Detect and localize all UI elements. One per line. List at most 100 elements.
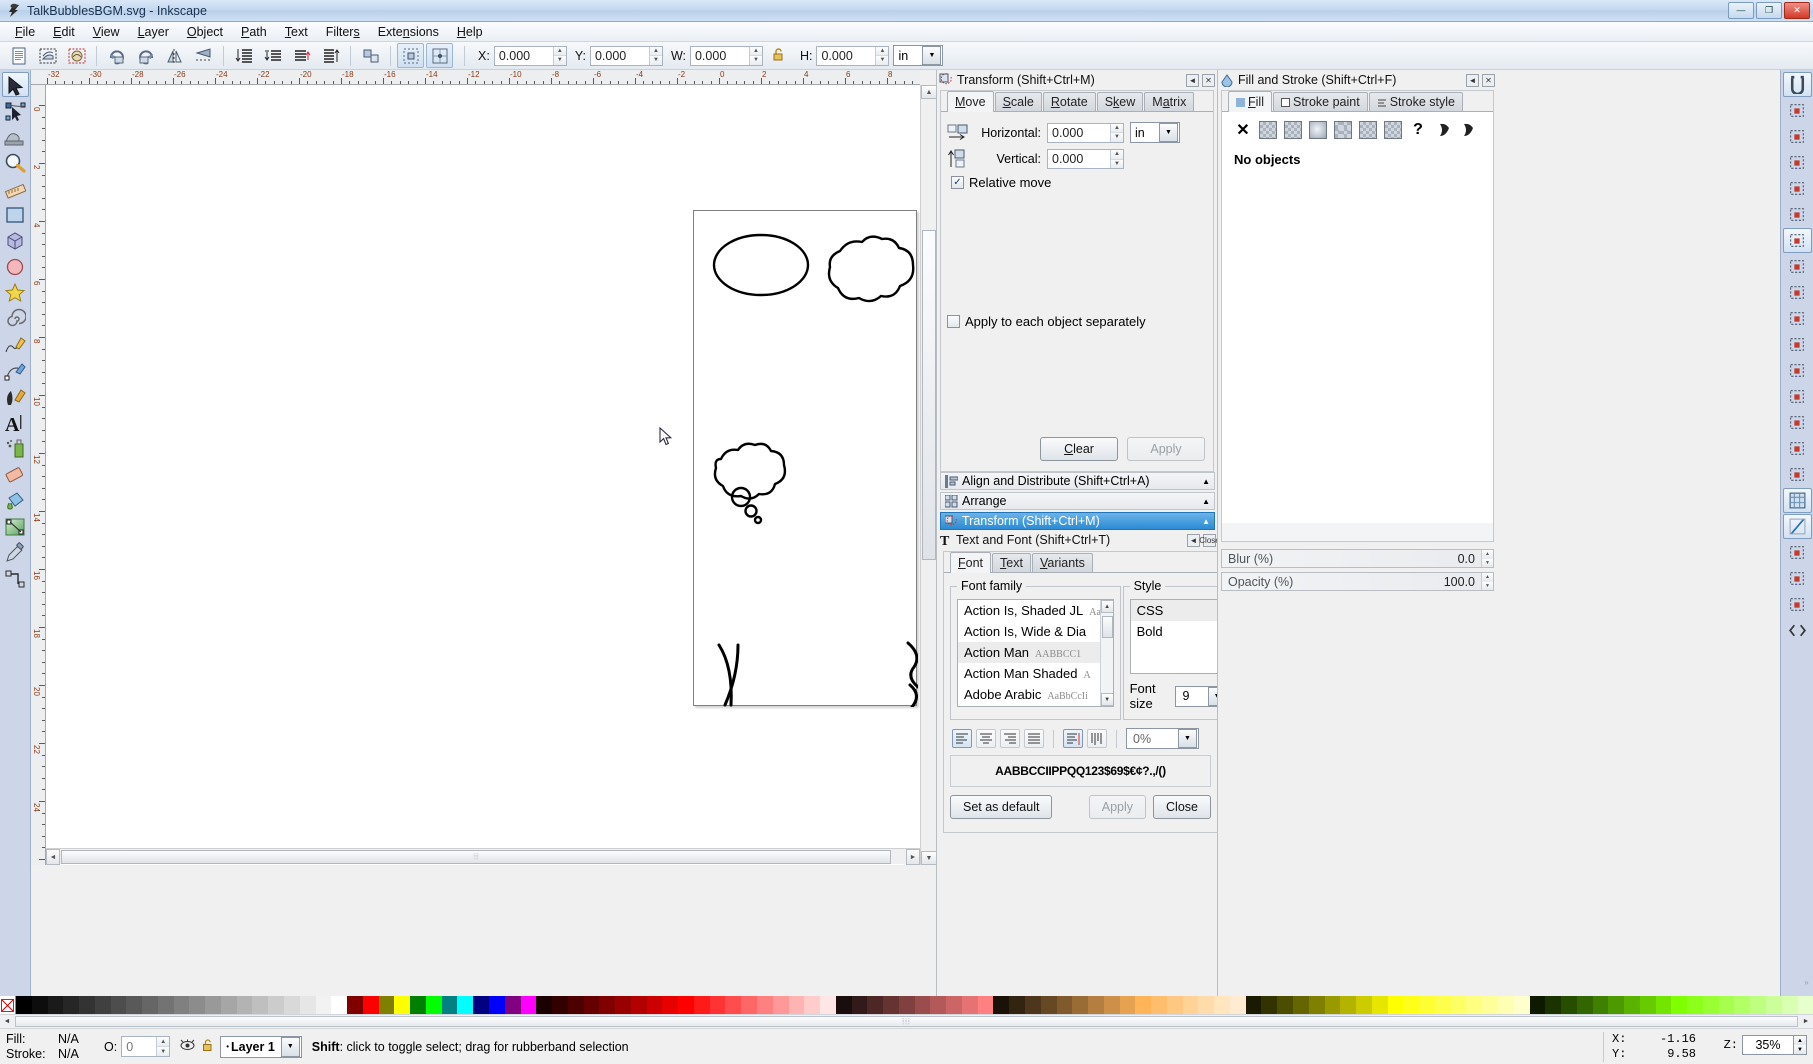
palette-swatch[interactable] [1561,996,1577,1014]
palette-swatch[interactable] [1656,996,1672,1014]
flip-vertical-icon[interactable] [190,43,217,68]
palette-swatch[interactable] [584,996,600,1014]
pattern-icon[interactable] [1334,121,1352,139]
palette-swatch[interactable] [48,996,64,1014]
menu-file[interactable]: File [6,23,44,41]
font-list-item[interactable]: Action Is, Shaded JLAaBb [958,600,1113,621]
palette-swatch[interactable] [1403,996,1419,1014]
horizontal-scroll-thumb[interactable]: ⦙⦙⦙ [61,850,891,864]
xml-editor-icon[interactable] [1783,618,1812,643]
status-opacity-field[interactable]: ▲▼ [121,1036,170,1057]
palette-swatch[interactable] [993,996,1009,1014]
text-font-tab-text[interactable]: Text [992,553,1031,572]
gradient-tool[interactable] [2,514,29,539]
opacity-slider[interactable]: Opacity (%) 100.0 ▲▼ [1221,572,1494,591]
palette-swatch[interactable] [189,996,205,1014]
snap-bbox-corner-icon[interactable] [1783,150,1812,175]
palette-swatch[interactable] [1593,996,1609,1014]
zoom-tool[interactable] [2,150,29,175]
bucket-fill-tool[interactable] [2,488,29,513]
snap-midpoint-icon[interactable] [1783,358,1812,383]
palette-swatch[interactable] [946,996,962,1014]
ellipse-tool[interactable] [2,254,29,279]
eraser-tool[interactable] [2,462,29,487]
radial-gradient-icon[interactable] [1309,121,1327,139]
scroll-left-button[interactable]: ◄ [46,849,60,865]
text-tool[interactable]: A [2,410,29,435]
layer-select[interactable]: • Layer 1 ▼ [220,1036,302,1058]
palette-scroll-left[interactable]: ◄ [0,1018,14,1025]
connector-tool[interactable] [2,566,29,591]
palette-swatch[interactable] [331,996,347,1014]
dropper-tool[interactable] [2,540,29,565]
pencil-tool[interactable] [2,332,29,357]
linear-gradient-icon[interactable] [1284,121,1302,139]
palette-swatch[interactable] [1482,996,1498,1014]
palette-swatch[interactable] [79,996,95,1014]
palette-swatch[interactable] [221,996,237,1014]
bezier-tool[interactable] [2,358,29,383]
star-tool[interactable] [2,280,29,305]
palette-swatch[interactable] [804,996,820,1014]
palette-swatch[interactable] [32,996,48,1014]
palette-swatch[interactable] [1372,996,1388,1014]
snap-path-icon[interactable] [1783,254,1812,279]
chevron-up-icon[interactable]: ▲ [1202,477,1210,486]
palette-swatch[interactable] [426,996,442,1014]
h-stepper[interactable]: ▲▼ [875,47,888,65]
snap-extension-icon[interactable] [1783,592,1812,617]
palette-swatch[interactable] [930,996,946,1014]
font-list-scroll-up[interactable]: ▲ [1101,600,1114,613]
maximize-button[interactable]: ❐ [1756,2,1782,19]
horizontal-ruler[interactable]: -32-30-28-26-24-22-20-18-16-14-12-10-8-6… [31,70,920,85]
help-paint-icon[interactable]: ? [1409,121,1427,139]
palette-swatch[interactable] [1104,996,1120,1014]
x-field[interactable]: ▲▼ [494,46,567,66]
opacity-stepper[interactable]: ▲▼ [1481,573,1493,590]
chevron-down-icon[interactable]: ▼ [281,1037,300,1057]
palette-swatch[interactable] [757,996,773,1014]
snap-guide-icon[interactable] [1783,514,1812,539]
palette-swatch[interactable] [1766,996,1782,1014]
select-all-in-layers-icon[interactable] [63,43,90,68]
menu-path[interactable]: Path [232,23,276,41]
palette-swatch[interactable] [174,996,190,1014]
palette-swatch[interactable] [347,996,363,1014]
dock-bar-transform[interactable]: Transform (Shift+Ctrl+M)▲ [940,512,1215,530]
palette-swatch[interactable] [316,996,332,1014]
line-spacing-select[interactable]: 0% ▼ [1126,728,1199,749]
document-page[interactable] [693,210,917,706]
palette-swatch[interactable] [95,996,111,1014]
palette-swatch[interactable] [852,996,868,1014]
fill-rule-evenodd-icon[interactable] [1437,122,1451,138]
snap-bbox-edge-icon[interactable] [1783,124,1812,149]
opacity-control[interactable]: O: ▲▼ [104,1036,170,1057]
font-style-list[interactable]: CSSBold [1130,599,1229,674]
status-opacity-input[interactable] [122,1037,156,1056]
text-font-close-action-button[interactable]: Close [1153,795,1211,819]
canvas-horizontal-scrollbar[interactable]: ◄ ⦙⦙⦙ ► [46,848,920,864]
menu-object[interactable]: Object [178,23,232,41]
palette-swatch[interactable] [1057,996,1073,1014]
y-field[interactable]: ▲▼ [590,46,663,66]
chevron-down-icon[interactable]: ▼ [1178,729,1197,748]
transform-horizontal-field[interactable]: ▲▼ [1047,123,1124,143]
palette-swatch[interactable] [1041,996,1057,1014]
snap-bbox-center-icon[interactable] [1783,202,1812,227]
text-font-close-button[interactable]: Close [1203,534,1216,547]
transform-vertical-stepper[interactable]: ▲▼ [1110,150,1123,168]
palette-swatch[interactable] [1545,996,1561,1014]
lower-one-step-icon[interactable] [259,43,286,68]
palette-swatch[interactable] [1261,996,1277,1014]
palette-swatch[interactable] [1798,996,1813,1014]
y-stepper[interactable]: ▲▼ [649,47,662,65]
align-justify-icon[interactable] [1024,729,1044,748]
palette-swatch[interactable] [820,996,836,1014]
text-font-collapse-button[interactable]: ◄ [1187,534,1200,547]
palette-swatch[interactable] [505,996,521,1014]
text-vertical-icon[interactable] [1087,729,1107,748]
palette-swatch[interactable] [457,996,473,1014]
swatch-icon[interactable] [1359,121,1377,139]
palette-swatch[interactable] [1088,996,1104,1014]
fill-stroke-tab-fill[interactable]: Fill [1228,91,1272,112]
